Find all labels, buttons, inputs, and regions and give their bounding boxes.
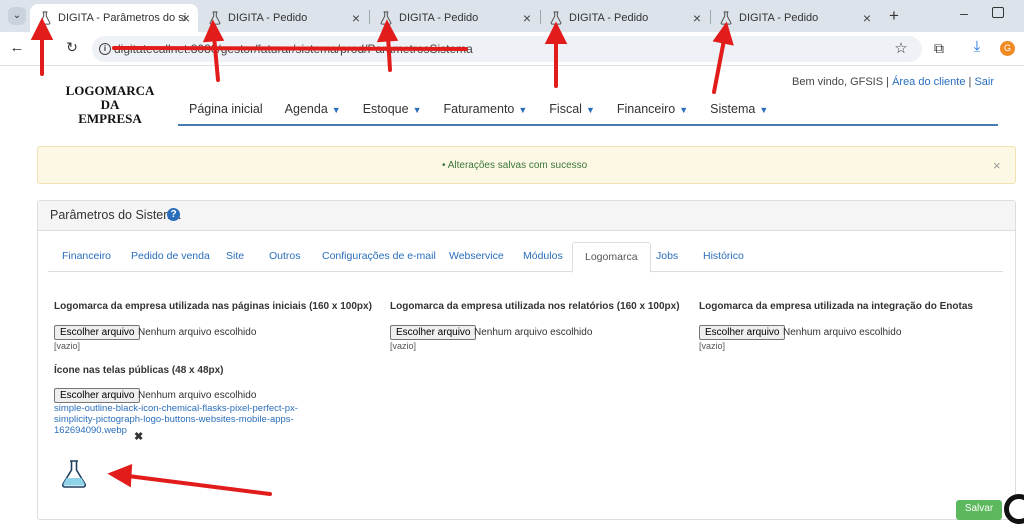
browser-tab-5[interactable]: DIGITA - Pedido × (711, 4, 879, 32)
icon-public-label: Ícone nas telas públicas (48 x 48px) (54, 365, 224, 376)
profile-avatar[interactable]: G (1000, 41, 1015, 56)
caret-down-icon: ▼ (679, 105, 689, 115)
nav-item-estoque[interactable]: Estoque ▼ (352, 102, 433, 124)
welcome-text: Bem vindo, GFSIS | (791, 76, 889, 88)
tab-logomarca[interactable]: Logomarca (572, 242, 651, 273)
close-icon[interactable]: × (352, 10, 360, 26)
flask-icon (209, 11, 221, 25)
tab-title: DIGITA - Pedido (399, 12, 479, 24)
panel-title: Parâmetros do Sistema (50, 208, 181, 222)
flask-icon (720, 11, 732, 25)
logo-home-label: Logomarca da empresa utilizada nas págin… (54, 301, 372, 312)
caret-down-icon: ▼ (518, 105, 528, 115)
nav-item-fiscal[interactable]: Fiscal ▼ (538, 102, 606, 124)
logo-enotas-status: Nenhum arquivo escolhido (783, 327, 902, 338)
minimize-icon[interactable]: – (957, 5, 971, 21)
caret-down-icon: ▼ (759, 105, 769, 115)
close-icon[interactable]: × (863, 10, 871, 26)
nav-label: Página inicial (189, 102, 263, 116)
client-area-link[interactable]: Área do cliente (892, 76, 965, 88)
restore-icon[interactable] (992, 7, 1004, 18)
tab-modulos[interactable]: Módulos (523, 250, 563, 262)
reload-icon[interactable]: ↻ (64, 39, 80, 56)
logo-enotas-empty: [vazio] (699, 341, 726, 351)
main-navigation: Página inicial Agenda ▼ Estoque ▼ Faturame… (178, 102, 998, 126)
site-info-icon[interactable]: i (99, 43, 111, 55)
tab-webservice[interactable]: Webservice (449, 250, 504, 262)
extensions-icon[interactable]: ⧉ (930, 40, 948, 57)
nav-label: Financeiro (616, 102, 676, 116)
tab-title: DIGITA - Parâmetros do siste (58, 12, 186, 24)
browser-tab-2[interactable]: DIGITA - Pedido × (200, 4, 368, 32)
browser-tab-4[interactable]: DIGITA - Pedido × (541, 4, 709, 32)
nav-label: Estoque (362, 102, 409, 116)
download-icon[interactable]: ⤓ (968, 38, 986, 55)
logo-line: LOGOMARCA (65, 83, 155, 98)
tab-search-chevron-icon[interactable]: ⌄ (8, 7, 26, 25)
logo-reports-file-button[interactable]: Escolher arquivo (390, 325, 477, 340)
nav-item-faturamento[interactable]: Faturamento ▼ (433, 102, 539, 124)
nav-item-agenda[interactable]: Agenda ▼ (274, 102, 352, 124)
caret-down-icon: ▼ (585, 105, 595, 115)
close-icon[interactable]: × (523, 10, 531, 26)
caret-down-icon: ▼ (412, 105, 422, 115)
nav-item-sistema[interactable]: Sistema ▼ (699, 102, 779, 124)
nav-item-financeiro[interactable]: Financeiro ▼ (606, 102, 699, 124)
logout-link[interactable]: Sair (974, 76, 994, 88)
flask-icon (550, 11, 562, 25)
icon-public-status: Nenhum arquivo escolhido (138, 390, 257, 401)
tab-site[interactable]: Site (226, 250, 244, 262)
tab-pedido-de-venda[interactable]: Pedido de venda (131, 250, 210, 262)
close-icon[interactable]: × (182, 10, 190, 26)
nav-item-pagina-inicial[interactable]: Página inicial (178, 102, 274, 124)
logo-home-file-button[interactable]: Escolher arquivo (54, 325, 141, 340)
flask-preview-icon (61, 460, 87, 488)
logo-enotas-label: Logomarca da empresa utilizada na integr… (699, 301, 973, 312)
browser-tab-1[interactable]: DIGITA - Parâmetros do siste × (30, 4, 198, 32)
alert-close-icon[interactable]: × (993, 158, 1001, 173)
tab-financeiro[interactable]: Financeiro (62, 250, 111, 262)
tab-jobs[interactable]: Jobs (656, 250, 678, 262)
remove-file-icon[interactable]: ✖ (134, 430, 143, 443)
logo-reports-status: Nenhum arquivo escolhido (474, 327, 593, 338)
browser-tab-3[interactable]: DIGITA - Pedido × (371, 4, 539, 32)
nav-label: Faturamento (443, 102, 515, 116)
new-tab-button[interactable]: + (885, 6, 903, 26)
icon-public-file-button[interactable]: Escolher arquivo (54, 388, 141, 403)
tab-configuracoes-email[interactable]: Configurações de e-mail (322, 250, 436, 262)
panel-header (38, 201, 1015, 231)
logo-line: DA (100, 97, 120, 112)
back-arrow-icon[interactable]: ← (9, 39, 25, 56)
caret-down-icon: ▼ (331, 105, 341, 115)
url-strikethrough-annotation (112, 46, 468, 51)
logo-reports-label: Logomarca da empresa utilizada nos relat… (390, 301, 680, 312)
alert-message: • Alterações salvas com sucesso (442, 160, 588, 171)
close-icon[interactable]: × (693, 10, 701, 26)
save-button[interactable]: Salvar (956, 500, 1002, 520)
divider: | (968, 76, 972, 88)
nav-label: Agenda (284, 102, 328, 116)
flask-icon (39, 11, 51, 25)
tab-title: DIGITA - Pedido (739, 12, 819, 24)
company-logo: LOGOMARCA DA EMPRESA (60, 84, 160, 126)
icon-file-link[interactable]: simple-outline-black-icon-chemical-flask… (54, 403, 304, 436)
settings-tabs: Financeiro Pedido de venda Site Outros C… (48, 242, 1003, 273)
tab-outros[interactable]: Outros (269, 250, 301, 262)
welcome-area: Bem vindo, GFSIS | Área do cliente | Sai… (792, 76, 994, 88)
help-icon[interactable]: ? (167, 208, 180, 221)
logo-reports-empty: [vazio] (390, 341, 417, 351)
logo-home-empty: [vazio] (54, 341, 81, 351)
bookmark-star-icon[interactable]: ☆ (893, 39, 909, 57)
tab-historico[interactable]: Histórico (703, 250, 744, 262)
nav-label: Sistema (710, 102, 756, 116)
logo-enotas-file-button[interactable]: Escolher arquivo (699, 325, 786, 340)
tab-title: DIGITA - Pedido (569, 12, 649, 24)
tab-separator (369, 10, 370, 24)
nav-label: Fiscal (549, 102, 582, 116)
logo-line: EMPRESA (78, 111, 142, 126)
tab-title: DIGITA - Pedido (228, 12, 308, 24)
flask-icon (380, 11, 392, 25)
logo-home-status: Nenhum arquivo escolhido (138, 327, 257, 338)
